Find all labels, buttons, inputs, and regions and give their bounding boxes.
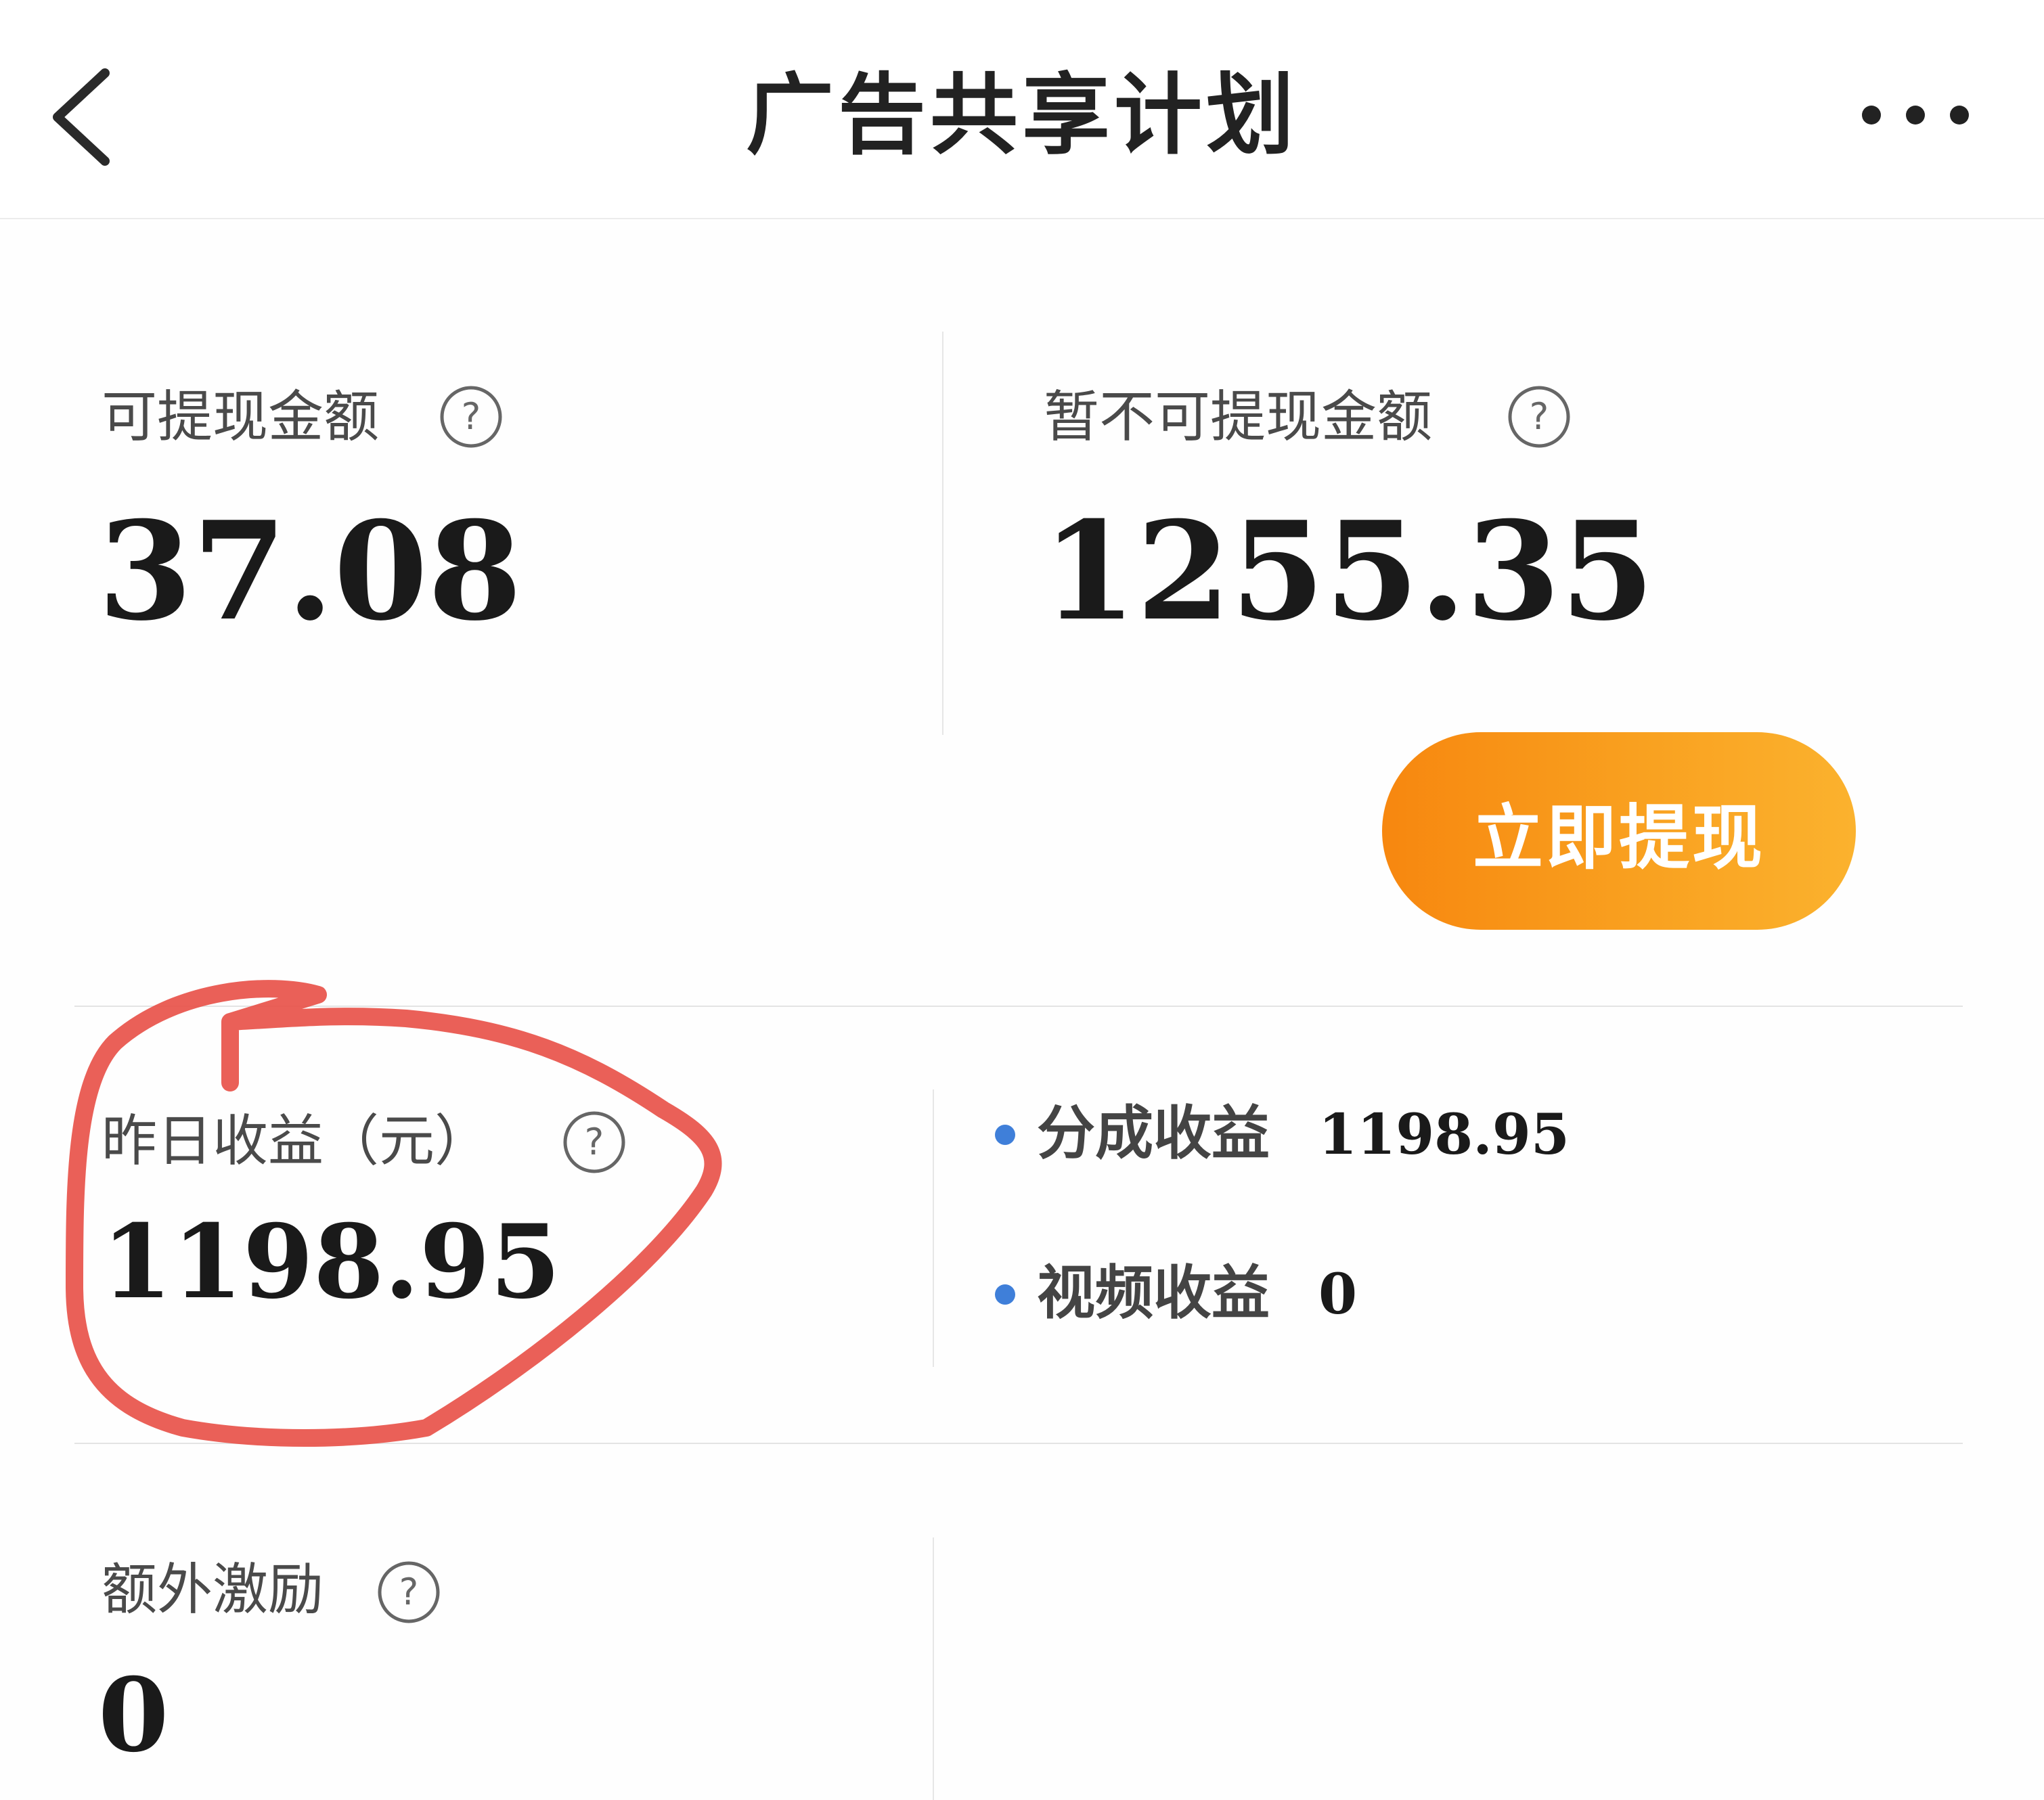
withdrawable-label: 可提现金额 (102, 385, 380, 449)
help-question-icon: ? (563, 1111, 625, 1173)
more-button[interactable] (1854, 88, 1976, 142)
help-question-icon: ? (440, 386, 502, 448)
svg-text:?: ? (1530, 395, 1549, 438)
pending-help-icon[interactable]: ? (1507, 384, 1572, 449)
yesterday-earnings-amount: 1198.95 (102, 1202, 561, 1322)
withdrawable-help-icon[interactable]: ? (439, 384, 504, 449)
svg-text:?: ? (585, 1121, 604, 1163)
withdrawable-amount: 37.08 (98, 492, 523, 651)
balance-divider (942, 332, 943, 735)
section-divider-1 (74, 1006, 1963, 1007)
bullet-dot (995, 1125, 1015, 1145)
yesterday-earnings-label: 昨日收益（元） (102, 1109, 491, 1173)
extra-incentive-amount: 0 (98, 1656, 169, 1775)
pending-amount: 1255.35 (1042, 492, 1655, 651)
video-earnings-label: 视频收益 (1037, 1259, 1270, 1327)
extra-incentive-label: 额外激励 (102, 1558, 324, 1622)
more-dots-icon (1862, 106, 1969, 125)
withdraw-now-button[interactable]: 立即提现 (1382, 732, 1856, 930)
help-question-icon: ? (378, 1561, 440, 1623)
extra-incentive-help-icon[interactable]: ? (376, 1560, 441, 1625)
bullet-dot (995, 1284, 1015, 1305)
page-title: 广告共享计划 (745, 64, 1298, 166)
help-question-icon: ? (1508, 386, 1570, 448)
share-earnings-label: 分成收益 (1037, 1100, 1270, 1167)
pending-label: 暂不可提现金额 (1044, 385, 1433, 449)
section-divider-2 (74, 1443, 1963, 1444)
ad-sharing-page: 广告共享计划 可提现金额 ? 37.08 暂不可提现金额 ? 1255.35 立… (0, 0, 2044, 1800)
top-nav-bar: 广告共享计划 (0, 0, 2044, 219)
extra-divider (933, 1537, 934, 1800)
share-earnings-value: 1198.95 (1318, 1102, 1570, 1167)
yesterday-divider (933, 1089, 934, 1367)
yesterday-help-icon[interactable]: ? (562, 1110, 627, 1175)
svg-text:?: ? (462, 395, 481, 438)
video-earnings-value: 0 (1318, 1262, 1358, 1327)
svg-text:?: ? (399, 1571, 419, 1613)
